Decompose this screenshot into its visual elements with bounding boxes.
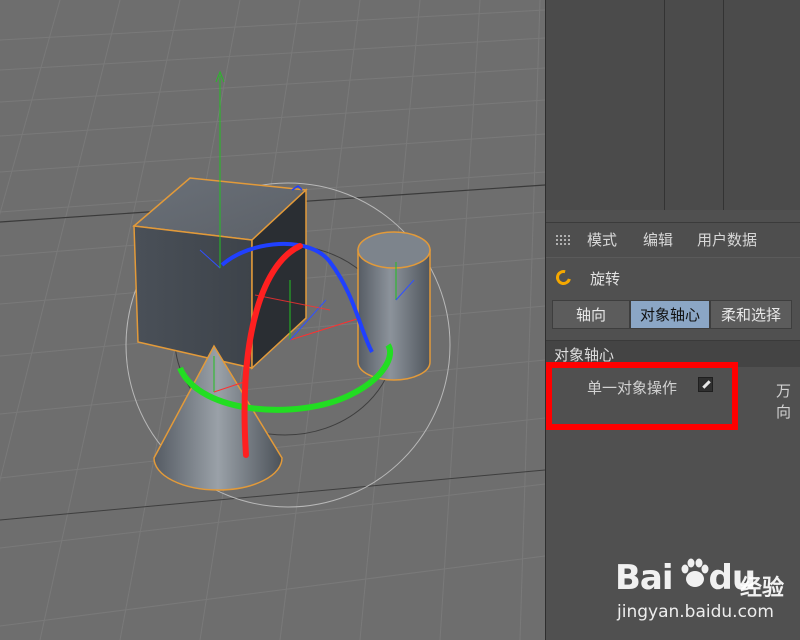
tool-tabs: 轴向 对象轴心 柔和选择	[552, 300, 792, 329]
watermark-url: jingyan.baidu.com	[617, 602, 774, 622]
attribute-panel: 模式 编辑 用户数据 旋转 轴向 对象轴心 柔和选择 对象轴心 单一对象操作 万…	[545, 0, 800, 640]
object-manager-pane[interactable]	[546, 0, 665, 210]
grip-icon[interactable]	[556, 233, 572, 247]
tool-title: 旋转	[590, 270, 621, 288]
paw-icon	[681, 558, 709, 587]
layer-column[interactable]	[665, 0, 724, 210]
cylinder-object[interactable]	[357, 231, 431, 381]
menu-edit[interactable]: 编辑	[643, 223, 673, 257]
highlight-annotation	[546, 362, 738, 430]
tab-soft-selection[interactable]: 柔和选择	[710, 300, 792, 329]
tool-header: 旋转	[546, 264, 800, 294]
tab-axis[interactable]: 轴向	[552, 300, 630, 329]
tag-column[interactable]	[724, 0, 800, 210]
menu-mode[interactable]: 模式	[587, 223, 617, 257]
rotate-icon	[553, 267, 574, 288]
cone-object[interactable]	[153, 344, 283, 491]
gimbal-label: 万向	[776, 382, 792, 421]
attribute-menu-bar: 模式 编辑 用户数据	[546, 222, 800, 258]
baidu-watermark: Bai du 经验 jingyan.baidu.com	[615, 550, 800, 630]
watermark-cn: 经验	[740, 576, 785, 601]
menu-user-data[interactable]: 用户数据	[697, 223, 757, 257]
viewport-scene[interactable]	[0, 0, 545, 640]
3d-viewport[interactable]	[0, 0, 545, 640]
tab-object-axis[interactable]: 对象轴心	[630, 300, 710, 329]
ground-axis-line	[0, 469, 545, 521]
